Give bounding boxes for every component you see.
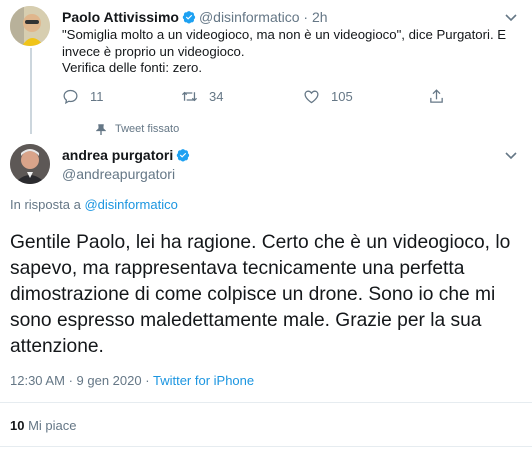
pinned-tweet-indicator: Tweet fissato [96,123,179,135]
pin-icon [96,123,106,135]
avatar-andrea[interactable] [10,144,50,184]
parent-tweet-text: "Somiglia molto a un videogioco, ma non … [62,27,522,77]
reply-to-link[interactable]: @disinformatico [84,197,177,212]
tweet-source-link[interactable]: Twitter for iPhone [153,373,254,388]
tweet-date[interactable]: 9 gen 2020 [77,373,142,388]
separator-text: · [303,9,309,25]
share-button[interactable] [428,87,445,105]
divider [0,402,532,403]
share-icon [430,88,443,103]
divider [0,446,532,447]
parent-author-handle[interactable]: @disinformatico [199,9,300,25]
tweet-metadata: 12:30 AM · 9 gen 2020 · Twitter for iPho… [10,373,254,388]
meta-separator-1: · [68,373,73,388]
retweet-count: 34 [209,88,224,104]
parent-tweet-header: Paolo Attivissimo @disinformatico · 2h [62,9,328,25]
reply-context: In risposta a @disinformatico [10,197,178,212]
main-tweet-text: Gentile Paolo, lei ha ragione. Certo che… [10,232,511,357]
retweet-icon [181,91,198,101]
separator-dot: · [300,9,312,25]
reply-button[interactable]: 11 [62,87,104,105]
heart-icon [304,90,319,103]
likes-count: 10 [10,418,25,433]
verified-icon [177,149,190,162]
parent-tweet-time[interactable]: 2h [312,9,328,25]
main-author-name[interactable]: andrea purgatori [62,147,173,163]
likes-label: Mi piace [28,418,77,433]
reply-prefix: In risposta a [10,197,81,212]
chevron-down-icon[interactable] [504,151,518,161]
likes-summary[interactable]: 10 Mi piace [10,418,77,433]
reply-icon [63,89,78,104]
thread-line [30,48,32,134]
main-tweet-header: andrea purgatori [62,147,193,163]
meta-separator-2: · [145,373,150,388]
chevron-down-icon[interactable] [504,13,518,23]
retweet-button[interactable]: 34 [181,87,223,105]
parent-tweet-line2: Verifica delle fonti: zero. [62,60,203,75]
parent-tweet-line1: "Somiglia molto a un videogioco, ma non … [62,27,507,59]
reply-count: 11 [90,88,104,104]
pinned-label: Tweet fissato [115,123,180,135]
tweet-time[interactable]: 12:30 AM [10,373,65,388]
like-button[interactable]: 105 [303,87,353,105]
verified-icon [182,11,196,24]
like-count: 105 [331,88,353,104]
avatar-paolo[interactable] [10,6,50,46]
main-author-handle[interactable]: @andreapurgatori [62,166,175,182]
parent-author-name[interactable]: Paolo Attivissimo [62,9,179,25]
